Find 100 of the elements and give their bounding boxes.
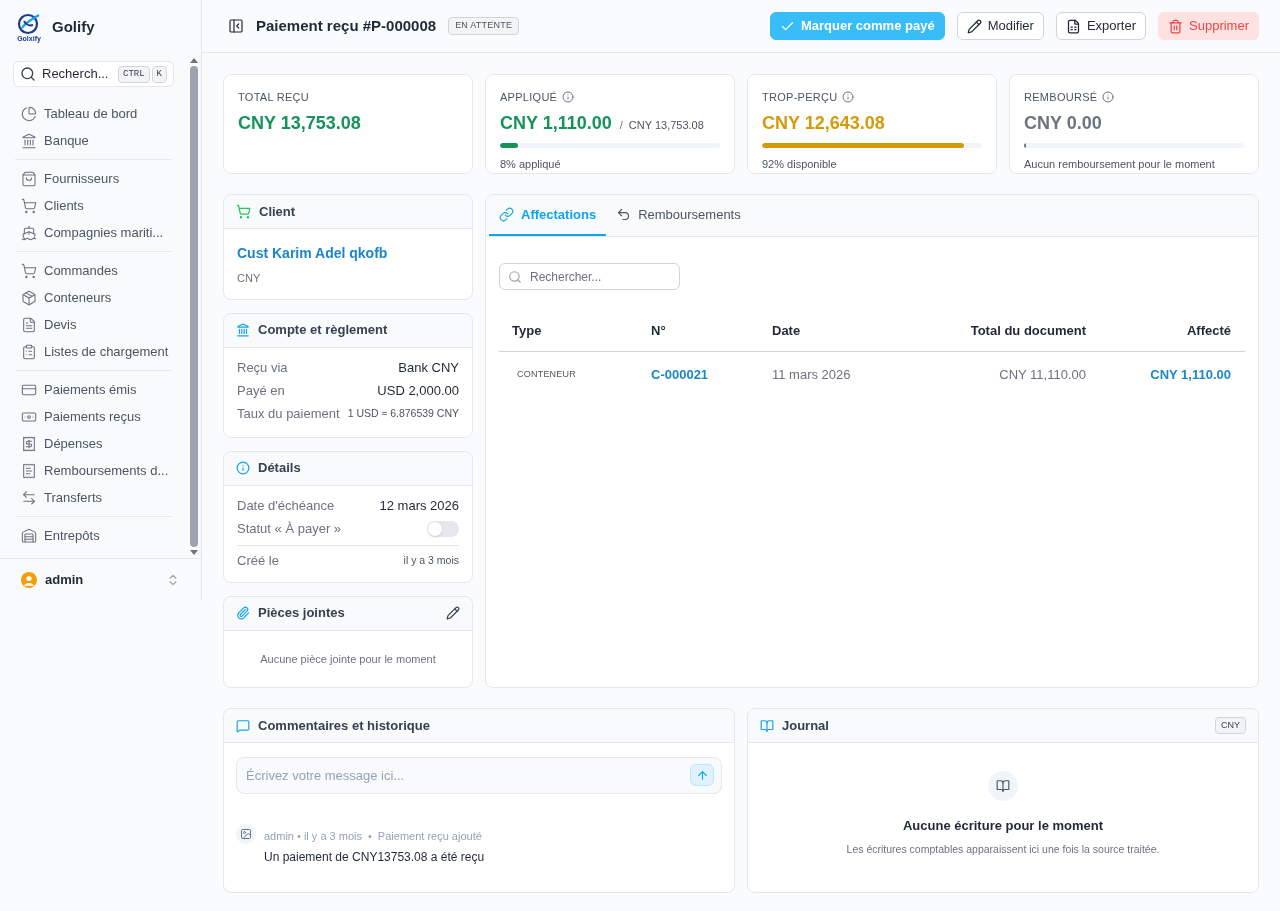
sidebar-toggle-icon[interactable] <box>228 18 244 34</box>
nav-item[interactable]: Listes de chargement <box>13 338 174 365</box>
shortcut-key: K <box>151 65 167 83</box>
row-label: Payé en <box>237 382 285 401</box>
card-title: Commentaires et historique <box>258 716 431 735</box>
book-icon <box>988 771 1018 801</box>
pie-chart-icon <box>21 105 37 122</box>
user-name: admin <box>45 570 85 589</box>
ship-icon <box>21 224 37 241</box>
client-link[interactable]: Cust Karim Adel qkofb <box>237 243 459 264</box>
page-title: Paiement reçu #P-000008 <box>256 15 437 36</box>
document-link[interactable]: C-000021 <box>638 365 759 385</box>
pencil-icon <box>966 18 982 34</box>
toggle-switch[interactable] <box>427 521 459 537</box>
document-icon <box>21 316 37 333</box>
nav-item[interactable]: Tableau de bord <box>13 100 174 127</box>
row-value: USD 2,000.00 <box>377 382 459 401</box>
bank-icon <box>21 132 37 149</box>
message-field[interactable]: Écrivez votre message ici... <box>236 757 722 794</box>
history-meta: admin • il y a 3 mois <box>264 829 362 844</box>
table-cell-text: CNY 11,110.00 <box>998 366 1087 385</box>
card-title: Détails <box>258 459 302 478</box>
bank-icon <box>236 323 250 337</box>
receipt-icon <box>21 435 37 452</box>
arrow-up-icon <box>695 768 709 782</box>
row-label: Taux du paiement <box>237 405 340 424</box>
warehouse-icon <box>21 527 37 544</box>
row-value: il y a 3 mois <box>403 553 459 569</box>
stat-total: CNY 13,753.08 <box>628 117 704 133</box>
nav-item[interactable]: Dépenses <box>13 430 174 457</box>
separator: / <box>619 117 623 133</box>
nav-item[interactable]: Banque <box>13 127 174 154</box>
cart-icon <box>21 262 37 279</box>
book-icon <box>760 718 774 733</box>
column-header: Affecté <box>1185 322 1232 341</box>
info-icon <box>236 461 250 475</box>
empty-text: Les écritures comptables apparaissent ici une fois la source traitée. <box>846 841 1160 857</box>
box-icon <box>21 289 37 306</box>
history-text: Un paiement de CNY13753.08 a été reçu <box>264 848 485 866</box>
paperclip-icon <box>236 606 250 620</box>
card-title: Journal <box>782 716 830 735</box>
link-icon <box>499 207 514 222</box>
stat-note: 8% appliqué <box>500 156 562 172</box>
receipt-icon <box>21 462 37 479</box>
nav-item[interactable]: Clients <box>13 192 174 219</box>
nav-item[interactable]: Fournisseurs <box>13 165 174 192</box>
edit-icon[interactable] <box>446 606 460 620</box>
status-badge: EN ATTENTE <box>448 17 520 35</box>
nav-item[interactable]: Commandes <box>13 257 174 284</box>
stat-label: APPLIQUÉ <box>500 90 558 105</box>
stat-value: CNY 12,643.08 <box>762 111 885 135</box>
nav-item[interactable]: Transferts <box>13 484 174 511</box>
send-button[interactable] <box>690 764 714 786</box>
scrollbar-thumb[interactable] <box>190 66 198 547</box>
stat-label: TOTAL REÇU <box>238 90 309 105</box>
search-button[interactable]: Recherch... CTRL K <box>13 61 174 87</box>
logo-icon <box>17 12 41 35</box>
picture-icon <box>236 824 256 844</box>
stat-note: Aucun remboursement pour le moment <box>1024 156 1216 172</box>
search-icon <box>508 269 522 284</box>
column-header: N° <box>650 322 667 341</box>
nav-item[interactable]: Paiements émis <box>13 376 174 403</box>
nav-item[interactable]: Compagnies mariti... <box>13 219 174 246</box>
column-header: Date <box>771 322 802 341</box>
shortcut-key: CTRL <box>118 65 150 83</box>
action-button[interactable]: Exporter <box>1055 12 1147 40</box>
table-cell-text: 11 mars 2026 <box>771 366 852 385</box>
nav-item[interactable]: Entrepôts <box>13 522 174 549</box>
history-event: Paiement reçu ajouté <box>377 829 482 844</box>
row-value: Bank CNY <box>398 359 459 378</box>
search-icon <box>20 66 36 82</box>
row-label: Créé le <box>237 552 279 571</box>
spreadsheet-icon <box>1065 18 1081 34</box>
message-icon <box>236 718 250 733</box>
nav-item[interactable]: Conteneurs <box>13 284 174 311</box>
column-header: Total du document <box>969 322 1087 341</box>
empty-title: Aucune écriture pour le moment <box>902 817 1104 835</box>
arrows-icon <box>21 489 37 506</box>
card-title: Pièces jointes <box>258 604 346 623</box>
row-value: 12 mars 2026 <box>379 497 459 516</box>
currency-badge: CNY <box>1215 716 1246 735</box>
nav-item[interactable]: Remboursements d... <box>13 457 174 484</box>
clipboard-icon <box>21 343 37 360</box>
row-label: Statut « À payer » <box>237 520 342 539</box>
action-button[interactable]: Modifier <box>956 12 1044 40</box>
table-cell-text: CNY 1,110.00 <box>1149 366 1232 385</box>
stat-value: CNY 13,753.08 <box>238 111 361 135</box>
scroll-down-icon[interactable] <box>190 550 198 555</box>
stat-value: CNY 1,110.00 <box>500 111 612 135</box>
tab[interactable]: Remboursements <box>606 195 751 236</box>
scroll-up-icon[interactable] <box>190 58 198 63</box>
row-label: Date d'échéance <box>237 497 335 516</box>
cart-icon <box>21 197 37 214</box>
search-field[interactable]: Rechercher... <box>499 263 680 290</box>
stat-label: TROP-PERÇU <box>762 90 838 105</box>
row-label: Reçu via <box>237 359 288 378</box>
nav-item[interactable]: Paiements reçus <box>13 403 174 430</box>
table-cell-text: CONTENEUR <box>516 368 578 382</box>
nav-item[interactable]: Devis <box>13 311 174 338</box>
avatar-icon <box>21 571 37 588</box>
